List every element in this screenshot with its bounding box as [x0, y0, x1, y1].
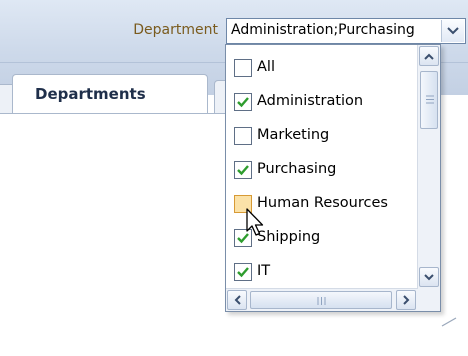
department-dropdown-list: All Administration Marketing Purchasing … [225, 44, 441, 312]
checkbox[interactable] [234, 263, 252, 281]
check-icon [237, 165, 249, 176]
option-label: IT [257, 263, 271, 279]
mouse-pointer-icon [246, 208, 264, 236]
chevron-down-icon [424, 273, 434, 280]
option-all[interactable]: All [226, 53, 418, 84]
vertical-scroll-thumb[interactable] [420, 71, 438, 129]
resize-grip-icon [441, 317, 457, 327]
vertical-scrollbar[interactable] [417, 45, 440, 289]
grip-icon [317, 297, 326, 305]
tab-departments[interactable]: Departments [12, 74, 208, 114]
department-dropdown-button[interactable] [441, 20, 464, 42]
option-label: Administration [257, 93, 364, 109]
option-it[interactable]: IT [226, 257, 418, 288]
option-administration[interactable]: Administration [226, 87, 418, 118]
check-icon [237, 97, 249, 108]
chevron-down-icon [447, 27, 459, 35]
scroll-down-button[interactable] [419, 267, 439, 287]
checkbox[interactable] [234, 59, 252, 77]
department-select[interactable]: Administration;Purchasing [226, 18, 466, 44]
option-label: Shipping [257, 229, 321, 245]
department-options: All Administration Marketing Purchasing … [226, 45, 418, 289]
option-label: Human Resources [257, 195, 388, 211]
checkbox[interactable] [234, 127, 252, 145]
check-icon [237, 267, 249, 278]
tab-departments-label: Departments [35, 85, 146, 103]
option-label: Purchasing [257, 161, 337, 177]
scroll-left-button[interactable] [227, 290, 247, 310]
scrollbar-corner [418, 289, 440, 311]
option-label: Marketing [257, 127, 330, 143]
scroll-right-button[interactable] [396, 290, 416, 310]
department-label: Department [133, 22, 218, 38]
checkbox[interactable] [234, 161, 252, 179]
chevron-right-icon [402, 295, 409, 305]
option-marketing[interactable]: Marketing [226, 121, 418, 152]
horizontal-scrollbar[interactable] [226, 288, 418, 311]
option-purchasing[interactable]: Purchasing [226, 155, 418, 186]
content-panel [0, 113, 228, 356]
grip-icon [426, 95, 434, 104]
chevron-up-icon [424, 53, 434, 60]
horizontal-scroll-thumb[interactable] [250, 291, 392, 309]
tab-strip: Departments [0, 74, 228, 114]
option-label: All [257, 59, 275, 75]
department-select-value: Administration;Purchasing [231, 22, 415, 38]
scroll-up-button[interactable] [419, 46, 439, 66]
checkbox[interactable] [234, 93, 252, 111]
chevron-left-icon [234, 295, 241, 305]
